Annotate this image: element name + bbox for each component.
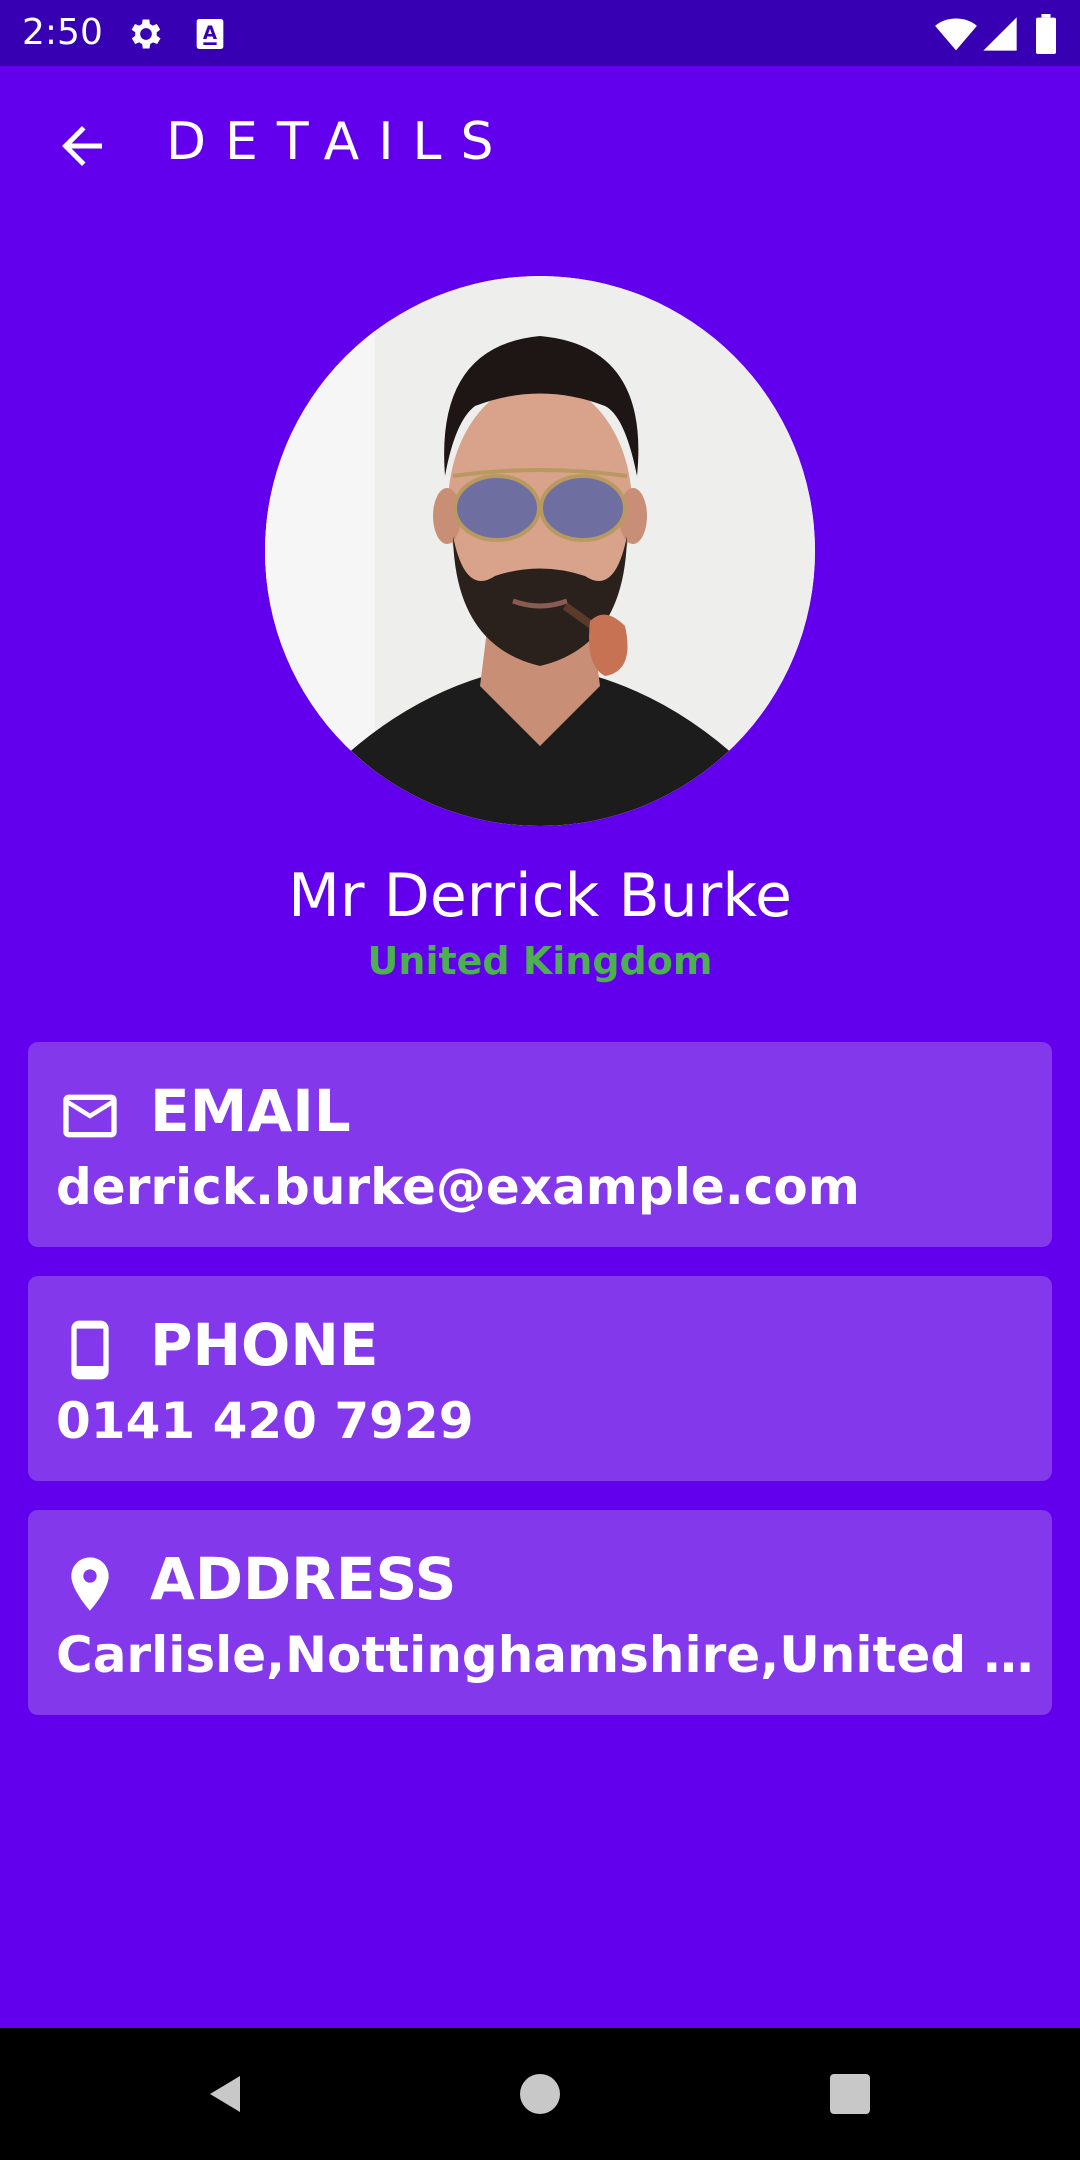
address-label: ADDRESS (150, 1545, 457, 1613)
wifi-icon (934, 14, 977, 54)
toolbar: DETAILS (0, 66, 1080, 220)
phone-label: PHONE (150, 1311, 379, 1379)
profile-country: United Kingdom (367, 939, 713, 983)
arrow-left-icon (52, 116, 112, 180)
phone-card[interactable]: PHONE 0141 420 7929 (28, 1276, 1052, 1481)
address-value: Carlisle,Nottinghamshire,United Kingdom (56, 1626, 1036, 1684)
mail-icon (54, 1080, 126, 1152)
location-pin-icon (54, 1548, 126, 1620)
gear-icon (126, 14, 166, 54)
battery-icon (1034, 14, 1060, 54)
profile-name: Mr Derrick Burke (288, 861, 792, 931)
email-card[interactable]: EMAIL derrick.burke@example.com (28, 1042, 1052, 1247)
signal-icon (980, 14, 1020, 54)
home-circle-icon (516, 2070, 564, 2122)
back-button[interactable] (44, 110, 120, 186)
nav-recents-button[interactable] (810, 2056, 890, 2136)
navigation-bar (0, 2028, 1080, 2160)
recents-square-icon (826, 2070, 874, 2122)
status-time: 2:50 (22, 12, 103, 53)
nav-home-button[interactable] (500, 2056, 580, 2136)
page-title: DETAILS (166, 112, 513, 172)
nav-back-button[interactable] (186, 2056, 266, 2136)
email-value: derrick.burke@example.com (56, 1158, 860, 1216)
phone-value: 0141 420 7929 (56, 1392, 474, 1450)
keyboard-a-icon: A (190, 14, 230, 54)
status-bar: 2:50 A (0, 0, 1080, 66)
email-label: EMAIL (150, 1077, 351, 1145)
address-card[interactable]: ADDRESS Carlisle,Nottinghamshire,United … (28, 1510, 1052, 1715)
back-triangle-icon (202, 2070, 250, 2122)
phone-icon (54, 1314, 126, 1386)
svg-text:A: A (203, 23, 218, 44)
avatar (265, 276, 815, 826)
